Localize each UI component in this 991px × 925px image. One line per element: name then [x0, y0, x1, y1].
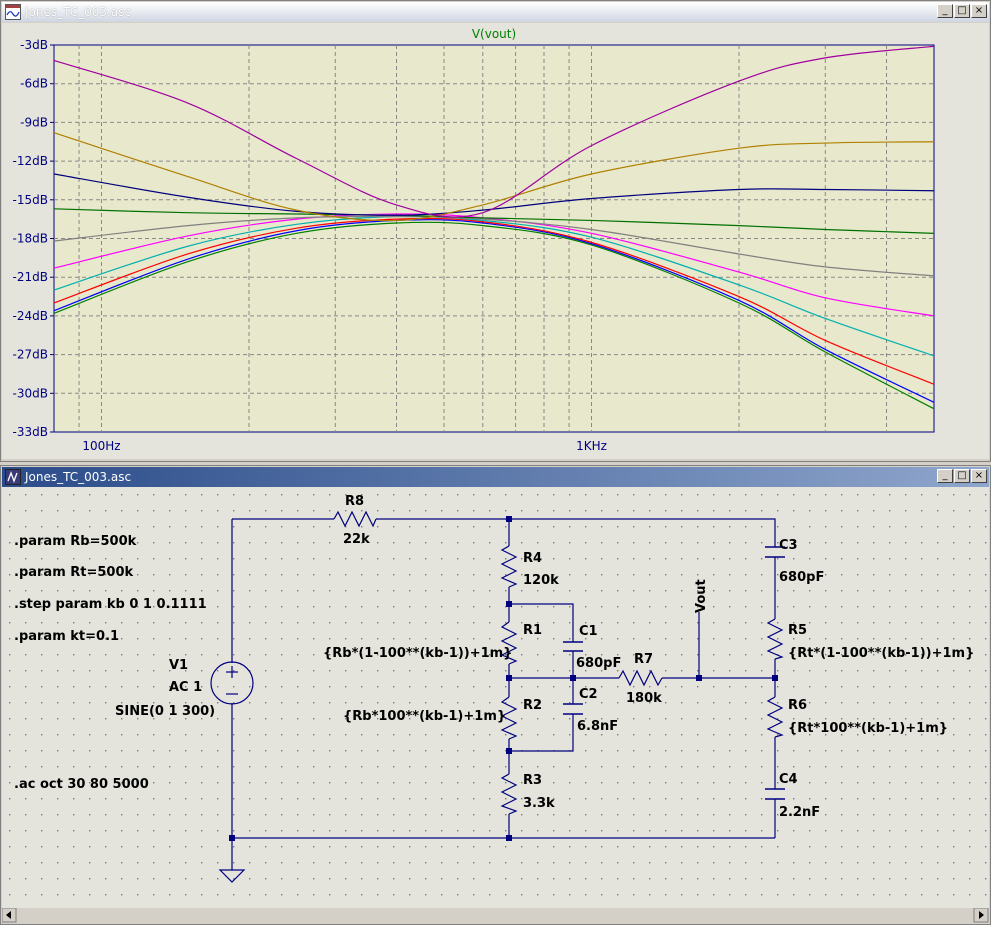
r5-name: R5 [788, 623, 807, 638]
close-button[interactable]: × [971, 4, 987, 18]
maximize-button[interactable]: □ [954, 469, 970, 483]
c4-name: C4 [779, 772, 798, 787]
y-tick-label: -6dB [20, 77, 48, 91]
x-tick-label: 100Hz [82, 439, 120, 453]
r1-name: R1 [523, 623, 542, 638]
directive-param-kt[interactable]: .param kt=0.1 [14, 629, 119, 644]
c1-value: 680pF [576, 656, 621, 671]
r4-name: R4 [523, 551, 542, 566]
plot-window-titlebar[interactable]: Jones_TC_003.asc _ □ × [2, 2, 989, 22]
waveform-plot[interactable]: -3dB -6dB -9dB -12dB -15dB -18dB -21dB -24dB -27… [2, 23, 989, 459]
directive-param-rb[interactable]: .param Rb=500k [14, 534, 137, 549]
y-tick-label: -15dB [13, 193, 48, 207]
c3-value: 680pF [779, 570, 824, 585]
y-tick-label: -33dB [13, 425, 48, 439]
r2-value: {Rb*100**(kb-1)+1m} [343, 709, 506, 724]
plot-window-title: Jones_TC_003.asc [25, 5, 132, 19]
y-tick-label: -9dB [20, 115, 48, 129]
r8-value: 22k [343, 532, 370, 547]
minimize-button[interactable]: _ [937, 4, 953, 18]
y-tick-label: -24dB [13, 309, 48, 323]
directive-param-rt[interactable]: .param Rt=500k [14, 565, 134, 580]
schematic-window-titlebar[interactable]: Jones_TC_003.asc _ □ × [2, 467, 989, 487]
c3-name: C3 [779, 538, 798, 553]
r7-name: R7 [634, 652, 653, 667]
x-tick-label: 1KHz [576, 439, 607, 453]
v1-ac: AC 1 [169, 680, 202, 695]
waveform-icon [5, 4, 21, 20]
net-label-vout[interactable]: Vout [694, 579, 709, 613]
c2-value: 6.8nF [577, 719, 618, 734]
r3-value: 3.3k [523, 796, 555, 811]
r6-value: {Rt*100**(kb-1)+1m} [788, 721, 948, 736]
r8-name: R8 [345, 494, 364, 509]
y-tick-label: -30dB [13, 386, 48, 400]
directive-ac[interactable]: .ac oct 30 80 5000 [14, 777, 149, 792]
schematic-window-title: Jones_TC_003.asc [25, 470, 132, 484]
c1-name: C1 [579, 624, 598, 639]
y-tick-label: -27dB [13, 348, 48, 362]
trace-label[interactable]: V(vout) [472, 27, 516, 41]
r2-name: R2 [523, 698, 542, 713]
r6-name: R6 [788, 698, 807, 713]
y-tick-label: -18dB [13, 232, 48, 246]
r4-value: 120k [523, 573, 559, 588]
r3-name: R3 [523, 773, 542, 788]
y-tick-label: -3dB [20, 38, 48, 52]
plot-window: Jones_TC_003.asc _ □ × -3dB -6dB -9dB -12dB… [0, 0, 991, 462]
c4-value: 2.2nF [779, 805, 820, 820]
y-tick-label: -21dB [13, 270, 48, 284]
c2-name: C2 [579, 687, 598, 702]
directive-step-kb[interactable]: .step param kb 0 1 0.1111 [14, 597, 207, 612]
v1-sine: SINE(0 1 300) [115, 704, 215, 719]
schematic-window: Jones_TC_003.asc _ □ × .param Rb=500k .p… [0, 465, 991, 925]
close-button[interactable]: × [971, 469, 987, 483]
r1-value: {Rb*(1-100**(kb-1))+1m} [323, 646, 512, 661]
minimize-button[interactable]: _ [937, 469, 953, 483]
v1-name: V1 [169, 658, 188, 673]
y-tick-label: -12dB [13, 154, 48, 168]
schematic-canvas[interactable]: .param Rb=500k .param Rt=500k .step para… [2, 487, 989, 910]
horizontal-scrollbar[interactable] [2, 908, 989, 923]
r5-value: {Rt*(1-100**(kb-1))+1m} [788, 646, 974, 661]
schematic-icon [5, 469, 21, 485]
maximize-button[interactable]: □ [954, 4, 970, 18]
r7-value: 180k [626, 691, 662, 706]
